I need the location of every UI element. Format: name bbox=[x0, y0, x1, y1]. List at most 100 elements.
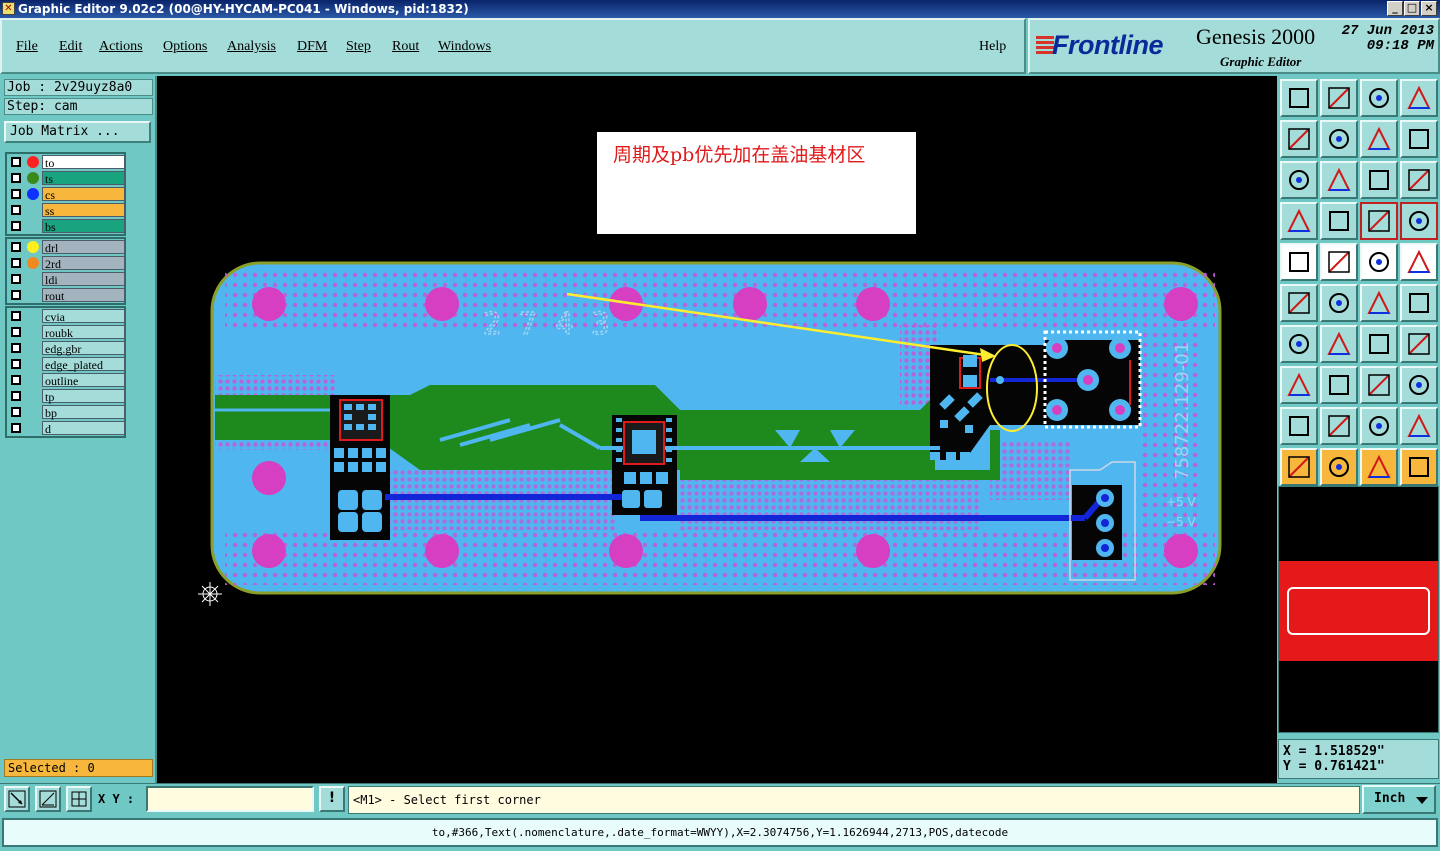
move-button[interactable] bbox=[1360, 284, 1398, 322]
layer-color-dot[interactable] bbox=[27, 172, 39, 184]
layer-row-ts[interactable]: ts bbox=[7, 170, 125, 186]
layer-row-cs[interactable]: cs bbox=[7, 186, 125, 202]
menu-analysis[interactable]: Analysis bbox=[227, 39, 276, 55]
fit-button[interactable] bbox=[1280, 161, 1318, 199]
layer-name[interactable]: ldi bbox=[42, 272, 125, 287]
layer-row-drl[interactable]: drl bbox=[7, 239, 125, 255]
layer-red2-button[interactable] bbox=[1400, 202, 1438, 240]
layer-row-to[interactable]: to bbox=[7, 154, 125, 170]
layer-color-dot[interactable] bbox=[27, 156, 39, 168]
layer-row-roubk[interactable]: roubk bbox=[7, 324, 125, 340]
home-view-button[interactable] bbox=[1360, 79, 1398, 117]
layer-row-edge-plated[interactable]: edge_plated bbox=[7, 356, 125, 372]
swap-button[interactable] bbox=[1360, 120, 1398, 158]
help-button[interactable] bbox=[1400, 161, 1438, 199]
copy-button[interactable] bbox=[1400, 366, 1438, 404]
layer-name[interactable]: ts bbox=[42, 171, 125, 186]
scale-button[interactable] bbox=[1360, 161, 1398, 199]
layer-name[interactable]: drl bbox=[42, 240, 125, 255]
layer-color-dot[interactable] bbox=[27, 188, 39, 200]
angle-button[interactable] bbox=[1280, 325, 1318, 363]
layer-checkbox[interactable] bbox=[11, 375, 21, 385]
triangle3-button[interactable] bbox=[1360, 407, 1398, 445]
maximize-button[interactable]: □ bbox=[1404, 1, 1420, 16]
layer-name[interactable]: tp bbox=[42, 389, 125, 404]
layer-name[interactable]: bs bbox=[42, 219, 125, 234]
units-dropdown[interactable]: Inch bbox=[1362, 785, 1436, 814]
exclamation-button[interactable]: ! bbox=[319, 786, 345, 812]
layer-row-2rd[interactable]: 2rd bbox=[7, 255, 125, 271]
layer-color-dot[interactable] bbox=[27, 257, 39, 269]
layer-checkbox[interactable] bbox=[11, 407, 21, 417]
save-button[interactable] bbox=[1320, 79, 1358, 117]
job-matrix-button[interactable]: Job Matrix ... bbox=[4, 121, 151, 143]
pad-button[interactable] bbox=[1280, 366, 1318, 404]
menu-step[interactable]: Step bbox=[346, 39, 371, 55]
layer-row-d[interactable]: d bbox=[7, 420, 125, 436]
layer-checkbox[interactable] bbox=[11, 343, 21, 353]
layer-checkbox[interactable] bbox=[11, 391, 21, 401]
triangle4-button[interactable] bbox=[1400, 407, 1438, 445]
menu-rout[interactable]: Rout bbox=[392, 39, 419, 55]
layer-name[interactable]: edge_plated bbox=[42, 357, 125, 372]
cut-button[interactable] bbox=[1320, 366, 1358, 404]
net-button[interactable] bbox=[1400, 448, 1438, 486]
triangle-button[interactable] bbox=[1280, 407, 1318, 445]
select-all-button[interactable] bbox=[1400, 243, 1438, 281]
grid-view-button[interactable] bbox=[1320, 202, 1358, 240]
layer-name[interactable]: ss bbox=[42, 203, 125, 218]
center-button[interactable] bbox=[1320, 161, 1358, 199]
layer-row-edg-gbr[interactable]: edg.gbr bbox=[7, 340, 125, 356]
connect-button[interactable] bbox=[1280, 284, 1318, 322]
layer-row-ss[interactable]: ss bbox=[7, 202, 125, 218]
pointer-box-button[interactable] bbox=[1320, 448, 1358, 486]
rotate-button[interactable] bbox=[1360, 325, 1398, 363]
stretch-button[interactable] bbox=[1360, 366, 1398, 404]
menu-actions[interactable]: Actions bbox=[99, 39, 143, 55]
layer-checkbox[interactable] bbox=[11, 173, 21, 183]
layer-row-cvia[interactable]: cvia bbox=[7, 308, 125, 324]
line-button[interactable] bbox=[1320, 325, 1358, 363]
triangle2-button[interactable] bbox=[1320, 407, 1358, 445]
split-view-button[interactable] bbox=[1400, 79, 1438, 117]
layer-name[interactable]: bp bbox=[42, 405, 125, 420]
graphic-canvas[interactable]: 2 7 4 3 758722.129-01 +5 V −5 V 周期及pb优先加… bbox=[157, 76, 1277, 783]
layer-name[interactable]: d bbox=[42, 421, 125, 436]
layer-name[interactable]: 2rd bbox=[42, 256, 125, 271]
menu-dfm[interactable]: DFM bbox=[297, 39, 327, 55]
layer-checkbox[interactable] bbox=[11, 423, 21, 433]
delete-button[interactable] bbox=[1320, 284, 1358, 322]
measure-button[interactable] bbox=[35, 786, 61, 812]
layer-name[interactable]: cs bbox=[42, 187, 125, 202]
layer-red-button[interactable] bbox=[1360, 202, 1398, 240]
menu-file[interactable]: File bbox=[16, 39, 38, 55]
layer-checkbox[interactable] bbox=[11, 189, 21, 199]
layer-checkbox[interactable] bbox=[11, 290, 21, 300]
xy-input[interactable] bbox=[146, 786, 314, 812]
layer-row-bp[interactable]: bp bbox=[7, 404, 125, 420]
zoom-area-button[interactable] bbox=[4, 786, 30, 812]
menu-edit[interactable]: Edit bbox=[59, 39, 82, 55]
open-step-button[interactable] bbox=[1280, 79, 1318, 117]
layer-checkbox[interactable] bbox=[11, 205, 21, 215]
menu-windows[interactable]: Windows bbox=[438, 39, 491, 55]
layer-color-dot[interactable] bbox=[27, 241, 39, 253]
layer-name[interactable]: outline bbox=[42, 373, 125, 388]
layer-checkbox[interactable] bbox=[11, 359, 21, 369]
layer-checkbox[interactable] bbox=[11, 258, 21, 268]
layer-row-outline[interactable]: outline bbox=[7, 372, 125, 388]
snapshot-button[interactable] bbox=[1280, 243, 1318, 281]
layer-checkbox[interactable] bbox=[11, 221, 21, 231]
layer-checkbox[interactable] bbox=[11, 311, 21, 321]
layer-name[interactable]: edg.gbr bbox=[42, 341, 125, 356]
layer-name[interactable]: to bbox=[42, 155, 125, 170]
move2-button[interactable] bbox=[1400, 284, 1438, 322]
select-box-button[interactable] bbox=[1320, 243, 1358, 281]
layer-row-ldi[interactable]: ldi bbox=[7, 271, 125, 287]
menu-help[interactable]: Help bbox=[979, 39, 1006, 55]
pointer-select-button[interactable] bbox=[1360, 448, 1398, 486]
layer-row-bs[interactable]: bs bbox=[7, 218, 125, 234]
layer-checkbox[interactable] bbox=[11, 157, 21, 167]
route-button[interactable] bbox=[1400, 120, 1438, 158]
close-button[interactable]: × bbox=[1421, 1, 1437, 16]
